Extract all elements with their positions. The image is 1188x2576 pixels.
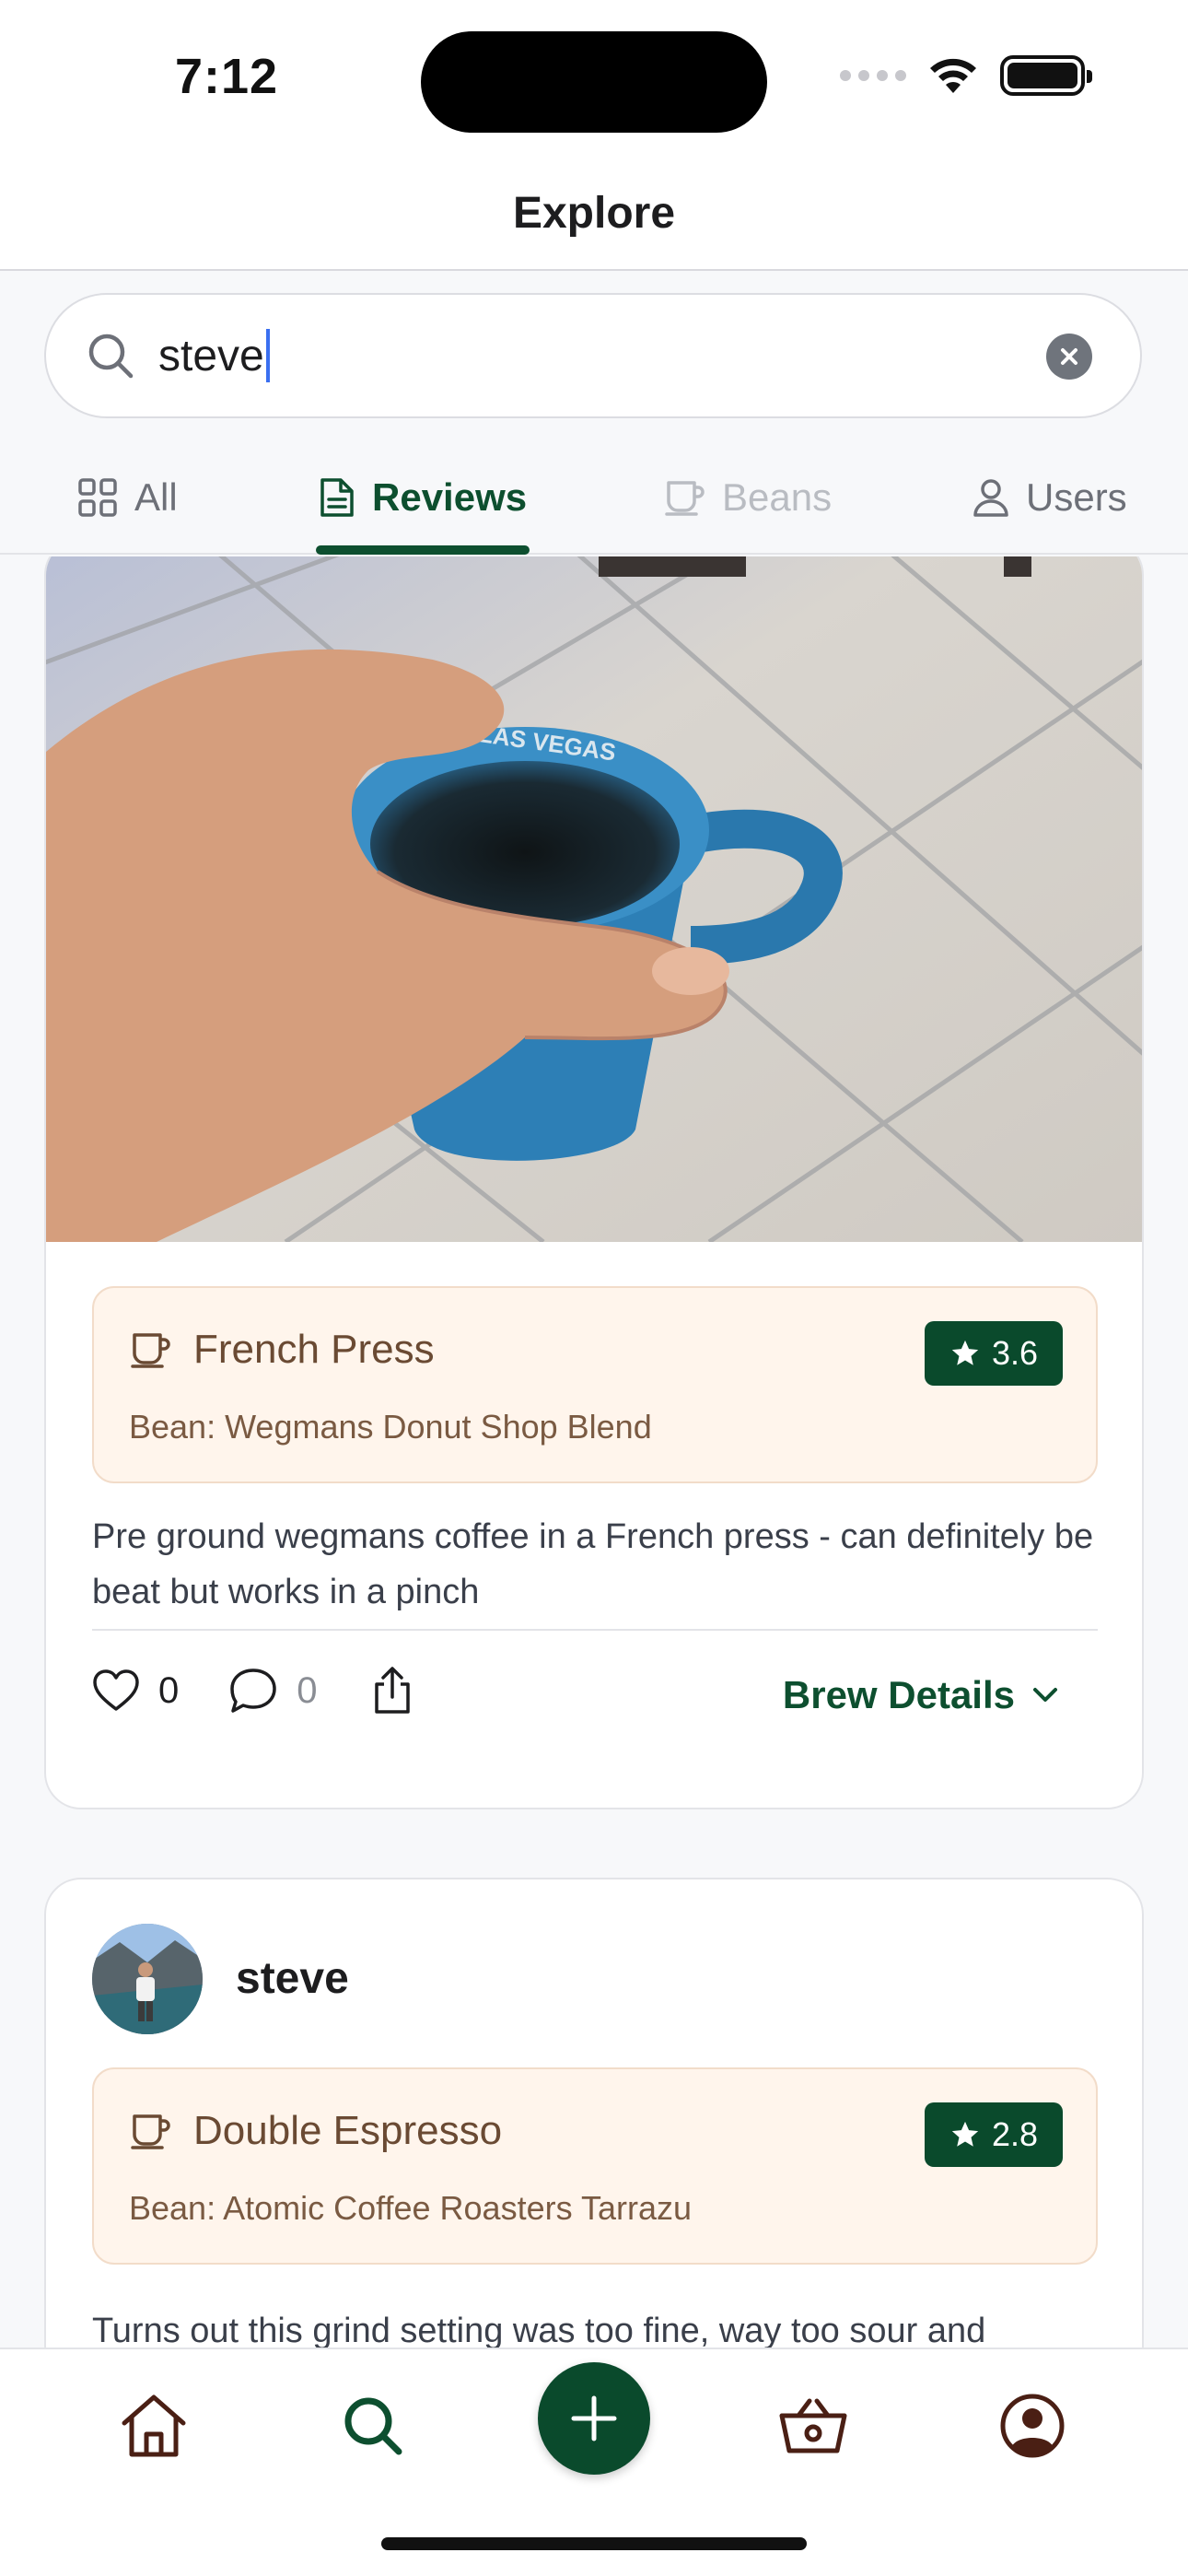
user-icon — [973, 479, 1008, 517]
status-icons — [840, 55, 1092, 96]
tab-profile[interactable] — [991, 2384, 1074, 2467]
search-input[interactable]: steve — [158, 331, 264, 381]
brew-details-toggle[interactable]: Brew Details — [783, 1673, 1059, 1717]
battery-icon — [1000, 55, 1092, 96]
tab-label: All — [134, 475, 178, 519]
coffee-mug-photo: LAS VEGAS — [46, 556, 1142, 1242]
comment-count: 0 — [297, 1669, 318, 1711]
review-actions: 0 0 — [92, 1666, 413, 1715]
home-indicator — [381, 2537, 807, 2550]
review-card[interactable]: LAS VEGAS French Press Bean: Wegmans Don… — [44, 556, 1144, 1809]
tab-beans-basket[interactable] — [772, 2384, 855, 2467]
add-icon — [571, 2395, 617, 2441]
chevron-down-icon — [1033, 1688, 1057, 1702]
review-text: Pre ground wegmans coffee in a French pr… — [92, 1517, 1094, 1611]
search-bar[interactable]: steve — [44, 293, 1142, 418]
bean-label: Bean: — [129, 1408, 216, 1446]
grid-icon — [78, 478, 117, 517]
brew-summary[interactable]: Double Espresso Bean: Atomic Coffee Roas… — [92, 2067, 1098, 2265]
like-button[interactable]: 0 — [92, 1669, 179, 1713]
nav-header: Explore — [0, 157, 1188, 271]
cup-icon — [665, 481, 705, 516]
review-text: Turns out this grind setting was too fin… — [92, 2312, 986, 2348]
close-icon — [1061, 348, 1077, 365]
search-icon — [88, 334, 134, 379]
search-icon — [344, 2397, 402, 2455]
tab-reviews[interactable]: Reviews — [319, 440, 527, 555]
review-feed[interactable]: LAS VEGAS French Press Bean: Wegmans Don… — [0, 556, 1188, 2348]
tab-search[interactable] — [332, 2384, 414, 2467]
status-bar: 7:12 — [0, 0, 1188, 157]
filter-tabs: All Reviews Beans Users — [0, 440, 1188, 555]
star-icon — [951, 1340, 979, 1365]
tab-label: Reviews — [372, 475, 528, 519]
username[interactable]: steve — [236, 1953, 349, 2004]
home-icon — [122, 2395, 186, 2457]
brew-method-label: French Press — [193, 1327, 435, 1372]
tab-label: Users — [1026, 475, 1127, 519]
rating-badge: 2.8 — [925, 2102, 1063, 2167]
bean-info: Bean: Wegmans Donut Shop Blend — [129, 1408, 652, 1446]
page-title: Explore — [512, 188, 676, 238]
bean-name: Atomic Coffee Roasters Tarrazu — [223, 2189, 692, 2227]
tab-all[interactable]: All — [77, 440, 178, 555]
comment-button[interactable]: 0 — [228, 1667, 318, 1715]
brew-method: French Press — [131, 1327, 435, 1373]
heart-icon — [93, 1669, 139, 1711]
basket-icon — [779, 2398, 847, 2453]
tab-beans[interactable]: Beans — [665, 440, 832, 555]
rating-badge: 3.6 — [925, 1321, 1063, 1386]
text-cursor — [265, 329, 270, 382]
rating-value: 3.6 — [991, 1334, 1039, 1372]
star-icon — [951, 2121, 979, 2147]
tab-home[interactable] — [112, 2384, 195, 2467]
cup-icon — [131, 2114, 170, 2149]
brew-method: Double Espresso — [131, 2108, 502, 2154]
wifi-icon — [930, 58, 976, 93]
brew-method-label: Double Espresso — [193, 2108, 503, 2153]
share-button[interactable] — [371, 1666, 413, 1715]
bean-info: Bean: Atomic Coffee Roasters Tarrazu — [129, 2189, 692, 2228]
tab-users[interactable]: Users — [973, 440, 1127, 555]
brew-summary[interactable]: French Press Bean: Wegmans Donut Shop Bl… — [92, 1286, 1098, 1483]
rating-value: 2.8 — [991, 2115, 1039, 2153]
profile-icon — [1000, 2394, 1065, 2458]
bean-name: Wegmans Donut Shop Blend — [225, 1408, 652, 1446]
review-photo[interactable]: LAS VEGAS — [46, 556, 1142, 1242]
like-count: 0 — [158, 1669, 180, 1711]
cup-icon — [131, 1333, 170, 1368]
dynamic-island — [421, 31, 767, 133]
add-review-button[interactable] — [538, 2362, 650, 2475]
divider — [92, 1629, 1098, 1631]
cellular-signal-icon — [840, 70, 906, 81]
active-tab-indicator — [316, 545, 530, 555]
comment-icon — [230, 1669, 276, 1713]
tab-label: Beans — [722, 475, 833, 519]
avatar[interactable] — [92, 1924, 203, 2034]
brew-details-label: Brew Details — [782, 1673, 1015, 1716]
status-time: 7:12 — [175, 49, 279, 104]
document-icon — [320, 478, 354, 517]
bean-label: Bean: — [129, 2189, 216, 2227]
review-card[interactable]: steve Double Espresso Bean: Atomic Coffe… — [44, 1878, 1144, 2348]
share-icon — [374, 1667, 410, 1714]
clear-search-button[interactable] — [1046, 334, 1092, 380]
